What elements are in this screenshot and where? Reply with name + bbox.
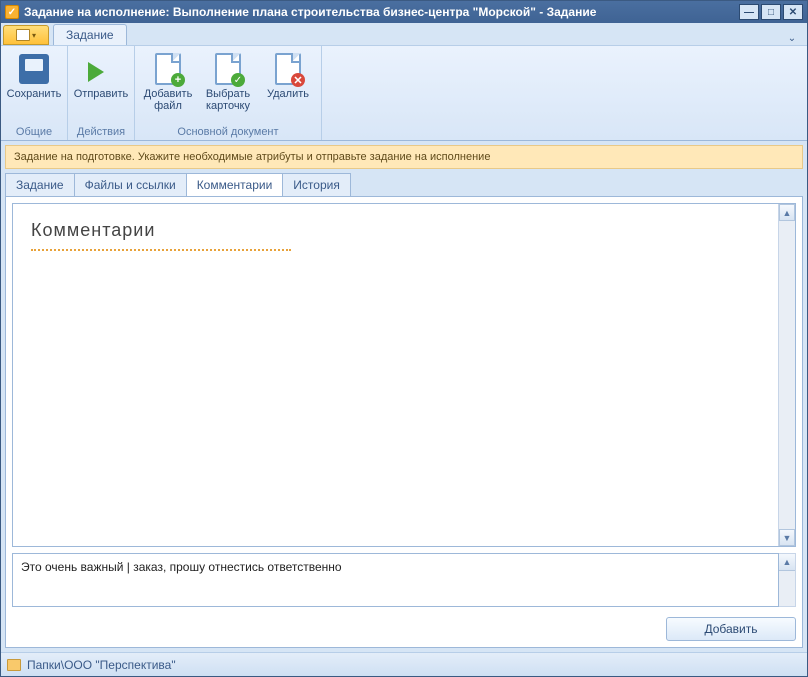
window-title: Задание на исполнение: Выполнение плана … (24, 5, 737, 19)
info-bar: Задание на подготовке. Укажите необходим… (5, 145, 803, 169)
scroll-up-icon[interactable]: ▲ (779, 204, 795, 221)
ribbon-collapse-button[interactable]: ⌄ (783, 31, 801, 45)
comments-panel: Комментарии ▲ ▼ (12, 203, 796, 547)
send-label: Отправить (74, 88, 129, 100)
dropdown-icon: ▾ (32, 31, 36, 40)
task-icon: ✓ (5, 5, 19, 19)
document-tabs: Задание Файлы и ссылки Комментарии Истор… (1, 173, 807, 196)
save-button[interactable]: Сохранить (5, 48, 63, 105)
scroll-up-icon[interactable]: ▲ (779, 554, 795, 571)
status-path[interactable]: Папки\ООО "Перспектива" (27, 658, 176, 672)
tab-history[interactable]: История (282, 173, 351, 196)
delete-icon: ✕ (275, 53, 301, 85)
save-label: Сохранить (7, 88, 62, 100)
group-label-maindoc: Основной документ (139, 124, 317, 140)
send-icon (86, 54, 116, 84)
add-file-icon: + (155, 53, 181, 85)
folder-icon (7, 659, 21, 671)
statusbar: Папки\ООО "Перспектива" (1, 652, 807, 676)
maximize-button[interactable]: □ (761, 4, 781, 20)
select-card-icon: ✓ (215, 53, 241, 85)
app-menu-button[interactable]: ▾ (3, 25, 49, 45)
tab-task[interactable]: Задание (5, 173, 75, 196)
content-area: Комментарии ▲ ▼ Это очень важный | заказ… (5, 196, 803, 648)
comments-viewport: Комментарии ▲ ▼ (13, 204, 795, 546)
close-button[interactable]: ✕ (783, 4, 803, 20)
group-label-common: Общие (5, 124, 63, 140)
delete-button[interactable]: ✕ Удалить (259, 48, 317, 105)
tab-comments[interactable]: Комментарии (186, 173, 284, 196)
book-icon (16, 29, 30, 41)
select-card-label: Выбрать карточку (206, 88, 250, 112)
add-file-label: Добавить файл (144, 88, 193, 112)
scroll-down-icon[interactable]: ▼ (779, 529, 795, 546)
ribbon-tabstrip: ▾ Задание ⌄ (1, 23, 807, 45)
ribbon-tab-task[interactable]: Задание (53, 24, 127, 45)
delete-label: Удалить (267, 88, 309, 100)
ribbon-group-maindoc: + Добавить файл ✓ Выбрать карточку ✕ Уда… (135, 46, 322, 140)
titlebar: ✓ Задание на исполнение: Выполнение план… (1, 1, 807, 23)
ribbon: Сохранить Общие Отправить Действия + Доб… (1, 45, 807, 141)
comments-scrollbar[interactable]: ▲ ▼ (778, 204, 795, 546)
heading-underline (31, 247, 291, 251)
add-file-button[interactable]: + Добавить файл (139, 48, 197, 117)
comment-input[interactable]: Это очень важный | заказ, прошу отнестис… (12, 553, 779, 607)
select-card-button[interactable]: ✓ Выбрать карточку (199, 48, 257, 117)
send-button[interactable]: Отправить (72, 48, 130, 105)
comment-actions: Добавить (6, 613, 802, 647)
add-comment-button[interactable]: Добавить (666, 617, 796, 641)
comment-input-row: Это очень важный | заказ, прошу отнестис… (12, 553, 796, 607)
comments-heading: Комментарии (31, 220, 777, 241)
input-scrollbar[interactable]: ▲ (779, 553, 796, 607)
app-window: ✓ Задание на исполнение: Выполнение план… (0, 0, 808, 677)
tab-files[interactable]: Файлы и ссылки (74, 173, 187, 196)
group-label-actions: Действия (72, 124, 130, 140)
save-icon (19, 54, 49, 84)
add-comment-label: Добавить (704, 622, 757, 636)
minimize-button[interactable]: — (739, 4, 759, 20)
ribbon-group-common: Сохранить Общие (1, 46, 68, 140)
ribbon-group-actions: Отправить Действия (68, 46, 135, 140)
